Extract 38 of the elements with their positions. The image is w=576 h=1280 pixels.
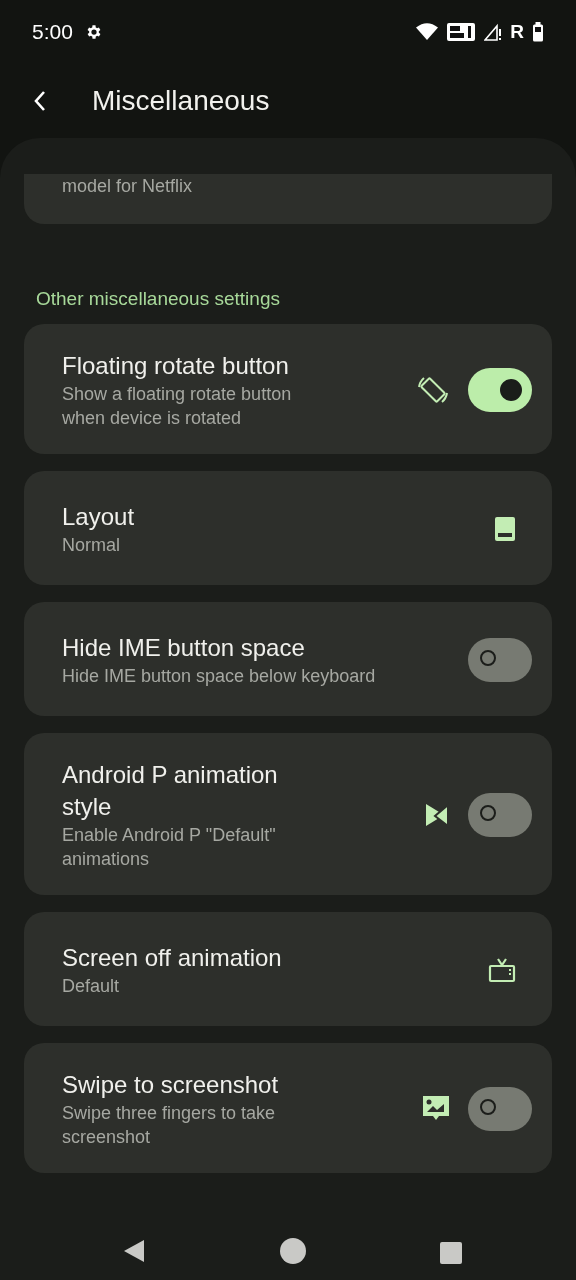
signal-icon [484, 23, 503, 41]
toggle-switch[interactable] [468, 1087, 532, 1131]
network-type-label: R [510, 21, 524, 43]
setting-title: Floating rotate button [62, 351, 290, 381]
settings-card[interactable]: Layout Normal [24, 471, 552, 585]
setting-title: Hide IME button space [62, 633, 306, 663]
play-arrow-icon [424, 802, 450, 828]
setting-summary: Enable Android P "Default" animations [62, 824, 277, 871]
screen-title: Miscellaneous [92, 85, 270, 117]
setting-title: Swipe to screenshot [62, 1070, 280, 1100]
setting-title: Android P animation style [62, 760, 279, 822]
status-time: 5:00 [32, 20, 73, 44]
setting-summary: Hide IME button space below keyboard [62, 665, 377, 688]
toggle-switch[interactable] [468, 638, 532, 682]
settings-card[interactable]: Android P animation style Enable Android P "Default" animations [24, 733, 552, 895]
settings-card[interactable]: Floating rotate button Show a floating rotate button when device is rotated [24, 324, 552, 454]
setting-summary: Show a floating rotate button when device is rotated [62, 383, 293, 430]
toggle-switch[interactable] [468, 793, 532, 837]
setting-summary: Normal [62, 534, 121, 557]
setting-summary: model for Netflix [62, 176, 193, 196]
tablet-icon [494, 516, 516, 542]
setting-title: Layout [62, 502, 136, 532]
setting-summary: Swipe three fingers to take screenshot [62, 1102, 277, 1149]
settings-card[interactable]: Hide IME button space Hide IME button space below keyboard [24, 602, 552, 716]
tv-icon [488, 957, 516, 983]
setting-title: Screen off animation [62, 943, 283, 973]
settings-card[interactable]: Screen off animation Default [24, 912, 552, 1026]
settings-card[interactable]: Swipe to screenshot Swipe three fingers to take screenshot [24, 1043, 552, 1173]
settings-card[interactable]: model for Netflix [24, 174, 552, 224]
back-icon [32, 89, 48, 113]
volte-icon [446, 22, 477, 42]
home-nav-icon[interactable] [280, 1238, 306, 1264]
wifi-icon [416, 23, 439, 41]
back-nav-icon[interactable] [122, 1238, 146, 1264]
battery-icon [532, 22, 544, 42]
setting-summary: Default [62, 975, 121, 998]
toggle-switch[interactable] [468, 368, 532, 412]
section-header: Other miscellaneous settings [36, 287, 281, 311]
